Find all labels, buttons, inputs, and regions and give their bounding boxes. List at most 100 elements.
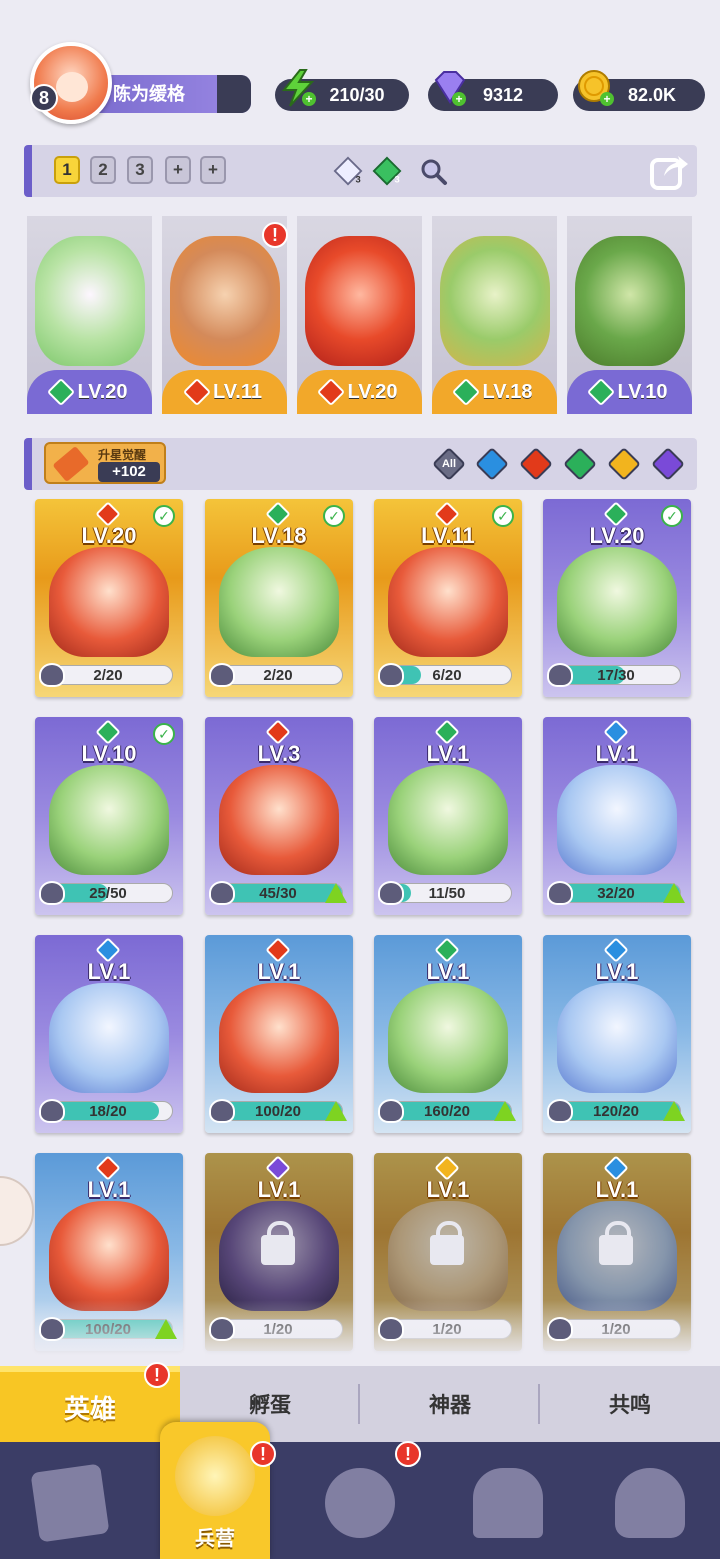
team-hero-card-3[interactable]: LV.20 [297, 216, 422, 414]
svg-text:+: + [305, 92, 312, 106]
tab-resonance[interactable]: 共鸣 [540, 1366, 720, 1442]
check-icon: ✓ [661, 505, 683, 527]
hero-level: LV.1 [257, 1177, 301, 1202]
hero-level: LV.10 [81, 741, 137, 766]
nav-map-alert-badge: ! [395, 1441, 421, 1467]
mushroom-icon [615, 1468, 685, 1538]
dark-element-icon [651, 447, 685, 481]
scroll-fade [0, 1300, 720, 1360]
hero-portrait [557, 983, 677, 1093]
team-slot-3[interactable]: 3 [127, 156, 153, 184]
barracks-icon [175, 1436, 255, 1516]
shard-icon [209, 881, 235, 905]
tab-artifacts[interactable]: 神器 [360, 1366, 540, 1442]
water-element-icon [475, 447, 509, 481]
check-icon: ✓ [492, 505, 514, 527]
nav-barracks-alert-badge: ! [250, 1441, 276, 1467]
upgrade-arrow-icon [325, 883, 347, 903]
team-hero-card-4[interactable]: LV.18 [432, 216, 557, 414]
nav-guild[interactable] [600, 1458, 700, 1548]
filter-wood-button[interactable] [563, 447, 597, 481]
shard-icon [547, 1099, 573, 1123]
cards-icon [30, 1463, 110, 1543]
nav-map[interactable] [310, 1458, 410, 1548]
hero-card[interactable]: LV.18 ✓ 2/20 [205, 499, 353, 697]
team-hero-level: LV.18 [482, 380, 533, 403]
shard-icon [39, 1099, 65, 1123]
filter-water-button[interactable] [475, 447, 509, 481]
team-hero-level: LV.10 [617, 380, 668, 403]
hero-card[interactable]: LV.1 11/50 [374, 717, 522, 915]
team-hero-card-1[interactable]: LV.20 [27, 216, 152, 414]
search-icon[interactable] [418, 156, 448, 186]
hero-level: LV.1 [426, 959, 470, 984]
hero-card[interactable]: LV.1 160/20 [374, 935, 522, 1133]
white-gem-count: 3 [356, 174, 361, 184]
energy-value: 210/30 [329, 84, 385, 105]
shard-icon [39, 663, 65, 687]
nav-cards[interactable] [20, 1458, 120, 1548]
team-slot-1[interactable]: 1 [54, 156, 80, 184]
white-gem-icon[interactable]: 3 [333, 156, 363, 186]
green-gem-icon[interactable]: 3 [372, 156, 402, 186]
check-icon: ✓ [153, 723, 175, 745]
awaken-button[interactable]: 升星觉醒 +102 [44, 442, 166, 484]
hero-card[interactable]: LV.1100/20 [205, 935, 353, 1133]
hero-portrait [219, 983, 339, 1093]
upgrade-arrow-icon [494, 1101, 516, 1121]
team-hero-card-5[interactable]: LV.10 [567, 216, 692, 414]
hero-card[interactable]: LV.1 32/20 [543, 717, 691, 915]
player-name: 陈为缓格 [113, 84, 185, 104]
add-team-slot-button[interactable]: + [165, 156, 191, 184]
hero-level: LV.1 [595, 741, 639, 766]
add-team-slot-button-2[interactable]: + [200, 156, 226, 184]
shard-icon [547, 1317, 573, 1341]
wood-element-icon [452, 377, 481, 407]
hero-level: LV.1 [595, 1177, 639, 1202]
fire-element-icon [182, 377, 212, 407]
filter-light-button[interactable] [607, 447, 641, 481]
gem-icon: + [428, 68, 468, 108]
team-hero-level: LV.20 [77, 380, 128, 403]
shard-icon [39, 881, 65, 905]
green-gem-count: 3 [395, 174, 400, 184]
floating-helper-avatar[interactable] [0, 1176, 34, 1246]
filter-fire-button[interactable] [519, 447, 553, 481]
hero-portrait [49, 547, 169, 657]
team-slot-2[interactable]: 2 [90, 156, 116, 184]
hero-level: LV.20 [81, 523, 137, 548]
shard-icon [39, 1317, 65, 1341]
filter-dark-button[interactable] [651, 447, 685, 481]
fire-element-icon [317, 377, 346, 407]
player-name-bar[interactable]: 陈为缓格 [95, 75, 251, 113]
nav-barracks[interactable]: 兵营 [160, 1422, 270, 1559]
hero-card[interactable]: LV.20 ✓ 2/20 [35, 499, 183, 697]
filter-all-button[interactable]: All [432, 447, 466, 481]
hero-card[interactable]: LV.20 ✓ 17/30 [543, 499, 691, 697]
check-icon: ✓ [153, 505, 175, 527]
shop-building-icon [473, 1468, 543, 1538]
gem-value: 9312 [482, 84, 524, 105]
hero-card[interactable]: LV.11 ✓ 6/20 [374, 499, 522, 697]
hero-card[interactable]: LV.3 45/30 [205, 717, 353, 915]
nav-shop[interactable] [458, 1458, 558, 1548]
shard-icon [378, 1317, 404, 1341]
hero-card[interactable]: LV.10 ✓ 25/50 [35, 717, 183, 915]
hero-card[interactable]: LV.1 120/20 [543, 935, 691, 1133]
wood-element-icon [587, 377, 616, 407]
hero-card[interactable]: LV.1 18/20 [35, 935, 183, 1133]
upgrade-arrow-icon [325, 1101, 347, 1121]
lock-icon [430, 1221, 464, 1265]
hero-portrait [49, 765, 169, 875]
gold-value: 82.0K [627, 84, 677, 105]
hero-level: LV.3 [257, 741, 301, 766]
hero-portrait [219, 547, 339, 657]
check-icon: ✓ [323, 505, 345, 527]
fire-element-icon [519, 447, 553, 481]
hero-portrait [388, 765, 508, 875]
hero-level: LV.11 [421, 523, 475, 548]
share-icon[interactable] [648, 150, 690, 192]
map-book-icon [325, 1468, 395, 1538]
shard-icon [209, 1099, 235, 1123]
hero-level: LV.1 [87, 959, 131, 984]
